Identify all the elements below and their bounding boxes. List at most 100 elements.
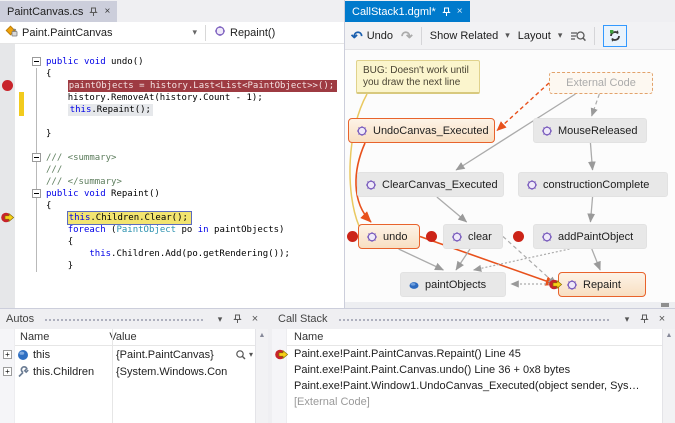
- member-dropdown[interactable]: Repaint(): [208, 22, 344, 43]
- close-icon[interactable]: ×: [457, 6, 463, 17]
- variable-value[interactable]: {Paint.PaintCanvas}: [116, 349, 227, 361]
- autos-titlebar[interactable]: Autos ▾ ×: [0, 309, 268, 329]
- code-line[interactable]: this.Children.Add(po.getRendering());: [46, 248, 344, 260]
- graph-node-external[interactable]: External Code: [549, 72, 653, 94]
- graph-node-paintObjects[interactable]: paintObjects: [400, 272, 506, 297]
- toolbar-divider: [594, 27, 595, 45]
- graph-canvas[interactable]: External Code UndoCanvas_Executed MouseRel…: [345, 50, 675, 302]
- graph-node-undo[interactable]: undo: [358, 224, 420, 249]
- graph-node-repaint[interactable]: Repaint: [558, 272, 646, 297]
- code-editor[interactable]: public void undo(){ paintObjects = histo…: [0, 44, 344, 308]
- variable-name[interactable]: this: [33, 349, 50, 361]
- breakpoint-icon[interactable]: [2, 80, 13, 91]
- code-line[interactable]: [46, 116, 344, 128]
- node-label: Repaint: [583, 279, 621, 291]
- code-line[interactable]: {: [46, 68, 344, 80]
- name-column-header[interactable]: Name: [20, 331, 49, 343]
- code-line[interactable]: ///: [46, 164, 344, 176]
- autos-row[interactable]: + this {Paint.PaintCanvas} ▾: [0, 346, 255, 363]
- stack-frame-text[interactable]: Paint.exe!Paint.PaintCanvas.Repaint() Li…: [294, 348, 658, 360]
- code-line[interactable]: this.Repaint();: [46, 104, 344, 116]
- fold-collapse-icon[interactable]: [32, 57, 41, 66]
- fold-collapse-icon[interactable]: [32, 189, 41, 198]
- graph-node-clearExec[interactable]: ClearCanvas_Executed: [357, 172, 504, 197]
- selection-margin: [15, 44, 28, 308]
- callstack-scrollbar[interactable]: ▲: [662, 329, 675, 423]
- window-menu-icon[interactable]: ▾: [620, 314, 634, 325]
- layout-dropdown[interactable]: Layout ▾: [518, 30, 563, 42]
- outlining-margin[interactable]: [28, 44, 46, 308]
- scroll-up-icon[interactable]: ▲: [666, 329, 673, 339]
- code-line[interactable]: paintObjects = history.Last<List<PaintOb…: [46, 80, 344, 92]
- method-icon: [365, 179, 377, 191]
- close-icon[interactable]: ×: [248, 313, 262, 325]
- callstack-titlebar[interactable]: Call Stack ▾ ×: [272, 309, 675, 329]
- variable-value[interactable]: {System.Windows.Controls: [116, 366, 227, 378]
- pin-icon[interactable]: [442, 7, 451, 17]
- code-line[interactable]: }: [46, 128, 344, 140]
- graph-node-addPaintObject[interactable]: addPaintObject: [533, 224, 647, 249]
- expand-icon[interactable]: +: [3, 350, 12, 359]
- pin-icon[interactable]: [640, 314, 649, 324]
- pin-icon[interactable]: [89, 7, 98, 17]
- graph-node-clear[interactable]: clear: [443, 224, 503, 249]
- current-statement-icon[interactable]: [1, 211, 15, 227]
- drag-grip[interactable]: [338, 317, 610, 322]
- drag-grip[interactable]: [44, 317, 203, 322]
- callstack-header: Name: [272, 329, 662, 346]
- code-line[interactable]: foreach (PaintObject po in paintObjects): [46, 224, 344, 236]
- filter-button[interactable]: [570, 29, 586, 43]
- graph-node-undoExec[interactable]: UndoCanvas_Executed: [348, 118, 495, 143]
- code-line[interactable]: }: [46, 260, 344, 272]
- autos-row[interactable]: + this.Children {System.Windows.Controls: [0, 363, 255, 380]
- callstack-row[interactable]: Paint.exe!Paint.Paint.Canvas.undo() Line…: [272, 362, 662, 378]
- close-icon[interactable]: ×: [104, 6, 110, 17]
- sync-with-code-button[interactable]: [603, 25, 627, 47]
- type-dropdown[interactable]: Paint.PaintCanvas ▾: [0, 22, 203, 43]
- name-column-header[interactable]: Name: [294, 331, 323, 343]
- tab-paintcanvas[interactable]: PaintCanvas.cs ×: [0, 1, 117, 22]
- method-icon: [356, 125, 368, 137]
- code-line[interactable]: {: [46, 200, 344, 212]
- value-column-header[interactable]: Value: [109, 331, 136, 343]
- show-related-dropdown[interactable]: Show Related ▾: [430, 30, 510, 42]
- breakpoint-margin[interactable]: [0, 44, 15, 308]
- code-line[interactable]: public void Repaint(): [46, 188, 344, 200]
- variable-name[interactable]: this.Children: [33, 366, 94, 378]
- callstack-row[interactable]: Paint.exe!Paint.PaintCanvas.Repaint() Li…: [272, 346, 662, 362]
- current-statement-icon: [549, 278, 563, 294]
- code-line[interactable]: [46, 140, 344, 152]
- fold-collapse-icon[interactable]: [32, 153, 41, 162]
- stack-frame-text[interactable]: Paint.exe!Paint.Window1.UndoCanvas_Execu…: [294, 380, 658, 392]
- code-line[interactable]: this.Children.Clear();: [46, 212, 344, 224]
- expand-icon[interactable]: +: [3, 367, 12, 376]
- autos-scrollbar[interactable]: ▲: [255, 329, 268, 423]
- code-line[interactable]: /// </summary>: [46, 176, 344, 188]
- visualizer-magnifier-icon[interactable]: ▾: [235, 349, 253, 361]
- chevron-down-icon: ▾: [192, 27, 197, 38]
- pin-icon[interactable]: [233, 314, 242, 324]
- close-icon[interactable]: ×: [655, 313, 669, 325]
- breakpoint-icon: [426, 231, 437, 242]
- redo-button[interactable]: ↷: [401, 29, 413, 43]
- code-line[interactable]: {: [46, 236, 344, 248]
- code-line[interactable]: public void undo(): [46, 56, 344, 68]
- scroll-up-icon[interactable]: ▲: [259, 329, 266, 339]
- undo-button[interactable]: ↶ Undo: [351, 29, 393, 43]
- graph-node-constructionComplete[interactable]: constructionComplete: [518, 172, 668, 197]
- window-menu-icon[interactable]: ▾: [213, 314, 227, 325]
- top-area: PaintCanvas.cs × Paint.PaintCanvas ▾: [0, 0, 675, 308]
- callstack-row[interactable]: [External Code]: [272, 394, 662, 410]
- code-text[interactable]: public void undo(){ paintObjects = histo…: [46, 44, 344, 308]
- stack-frame-text[interactable]: [External Code]: [294, 396, 658, 408]
- tab-title: PaintCanvas.cs: [7, 6, 83, 18]
- code-line[interactable]: /// <summary>: [46, 152, 344, 164]
- callstack-row[interactable]: Paint.exe!Paint.Window1.UndoCanvas_Execu…: [272, 378, 662, 394]
- tab-callstack-dgml[interactable]: CallStack1.dgml* ×: [345, 1, 470, 22]
- stack-frame-text[interactable]: Paint.exe!Paint.Paint.Canvas.undo() Line…: [294, 364, 658, 376]
- scroll-thumb[interactable]: [661, 303, 669, 307]
- breakpoint-icon: [513, 231, 524, 242]
- code-line[interactable]: history.RemoveAt(history.Count - 1);: [46, 92, 344, 104]
- graph-node-mouseReleased[interactable]: MouseReleased: [533, 118, 647, 143]
- bug-note[interactable]: BUG: Doesn't work until you draw the nex…: [356, 60, 480, 94]
